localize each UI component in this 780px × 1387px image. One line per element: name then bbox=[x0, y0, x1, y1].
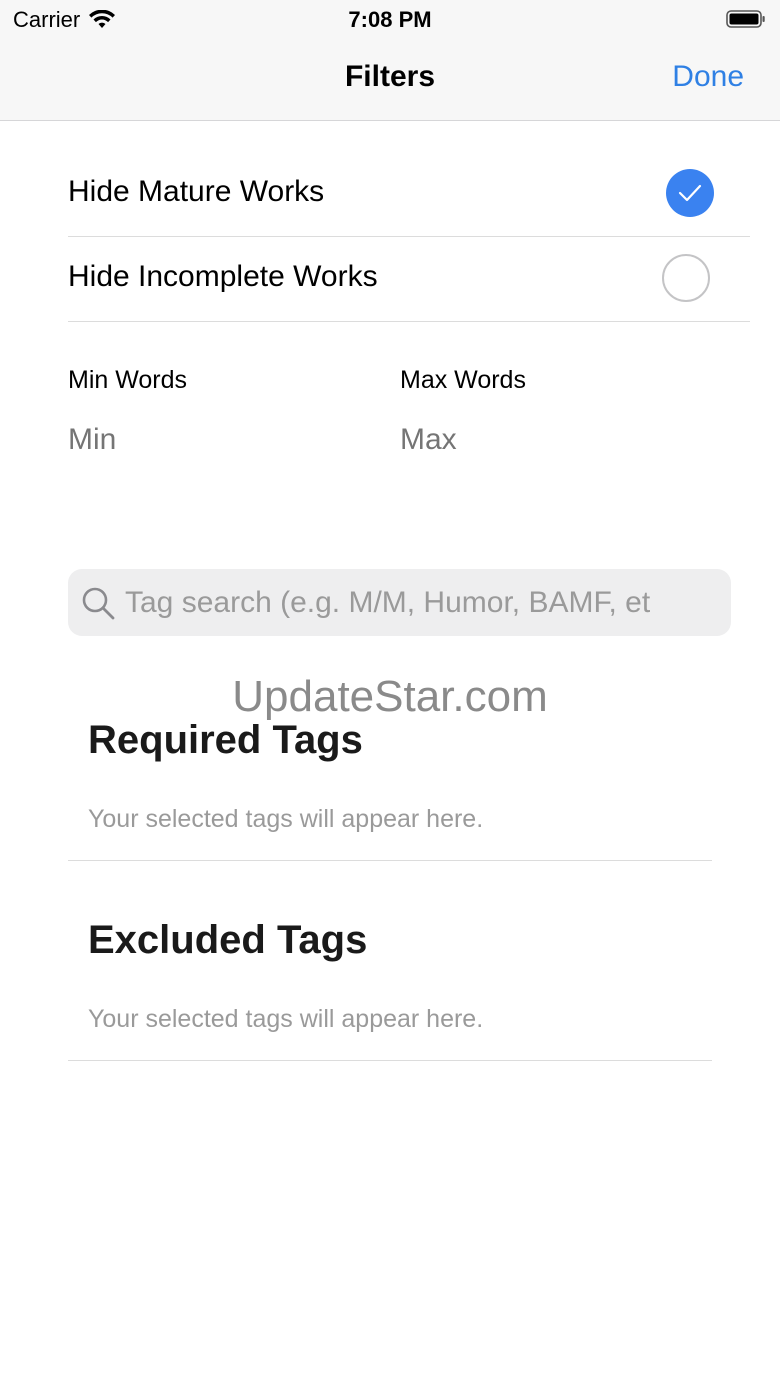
max-words-input[interactable] bbox=[400, 423, 650, 457]
divider bbox=[68, 1060, 712, 1061]
min-words-label: Min Words bbox=[68, 366, 188, 394]
search-icon bbox=[82, 587, 115, 620]
max-words-label: Max Words bbox=[400, 366, 526, 394]
watermark: UpdateStar.com bbox=[232, 672, 548, 721]
tag-search-input[interactable] bbox=[125, 583, 685, 623]
toggle-label: Hide Incomplete Works bbox=[68, 260, 378, 293]
toggle-row-hide-mature[interactable]: Hide Mature Works bbox=[68, 151, 750, 237]
toggle-label: Hide Mature Works bbox=[68, 175, 325, 208]
tag-search-bar[interactable] bbox=[68, 569, 731, 636]
done-button[interactable]: Done bbox=[672, 60, 744, 94]
checkmark-checked-icon[interactable] bbox=[666, 169, 714, 217]
required-tags-title: Required Tags bbox=[88, 718, 363, 762]
page-title: Filters bbox=[344, 60, 436, 93]
min-words-input[interactable] bbox=[68, 423, 318, 457]
excluded-tags-title: Excluded Tags bbox=[88, 918, 368, 962]
battery-icon bbox=[726, 10, 765, 28]
top-bar: Carrier 7:08 PM Filters Done bbox=[0, 0, 780, 121]
toggle-row-hide-incomplete[interactable]: Hide Incomplete Works bbox=[68, 236, 750, 322]
required-tags-hint: Your selected tags will appear here. bbox=[88, 805, 484, 833]
excluded-tags-hint: Your selected tags will appear here. bbox=[88, 1005, 484, 1033]
divider bbox=[68, 860, 712, 861]
status-time: 7:08 PM bbox=[348, 7, 432, 32]
unchecked-circle-icon[interactable] bbox=[662, 254, 710, 302]
filters-screen: Carrier 7:08 PM Filters Done Hide Mature… bbox=[0, 0, 780, 1387]
